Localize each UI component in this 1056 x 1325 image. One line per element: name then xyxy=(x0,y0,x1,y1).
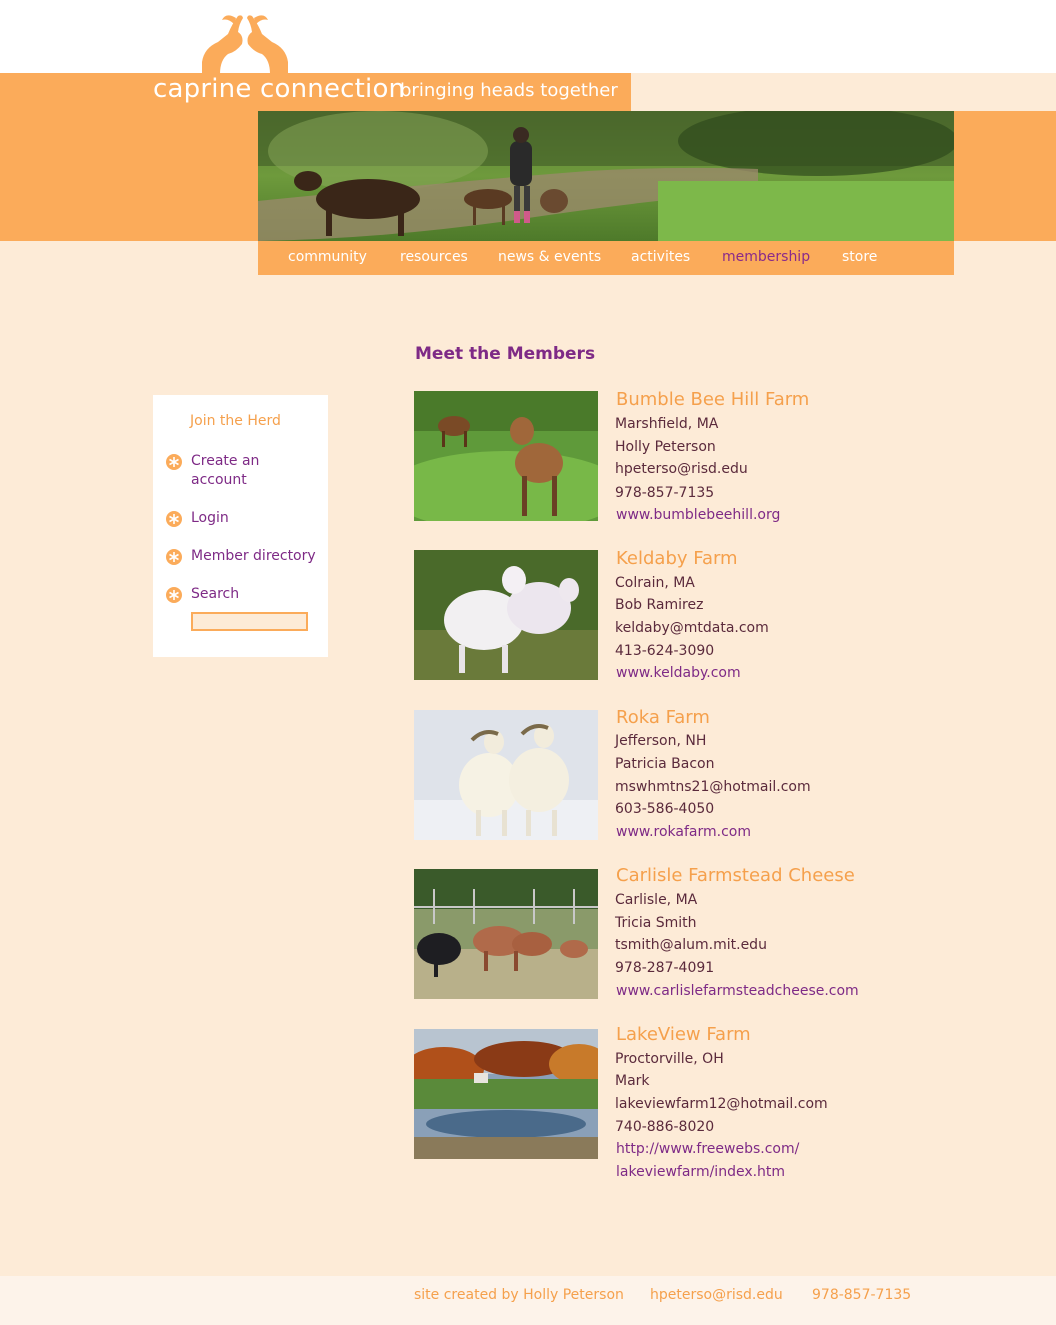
sidebar-title: Join the Herd xyxy=(190,413,281,429)
footer-credit: site created by Holly Peterson xyxy=(414,1287,624,1303)
footer-email[interactable]: hpeterso@risd.edu xyxy=(650,1287,783,1303)
create-account-link[interactable]: Create an account xyxy=(191,452,311,490)
nav-activities[interactable]: activites xyxy=(631,249,690,265)
asterisk-bullet-icon xyxy=(166,587,182,603)
farm-phone: 978-857-7135 xyxy=(615,485,715,501)
carlisle-goats-photo xyxy=(414,869,598,999)
nav-membership[interactable]: membership xyxy=(722,249,810,265)
asterisk-bullet-icon xyxy=(166,454,182,470)
farm-location: Carlisle, MA xyxy=(615,892,698,908)
farm-phone: 740-886-8020 xyxy=(615,1119,715,1135)
search-input[interactable] xyxy=(191,612,308,631)
farm-name[interactable]: LakeView Farm xyxy=(616,1024,751,1045)
search-link[interactable]: Search xyxy=(191,585,239,604)
farm-email[interactable]: mswhmtns21@hotmail.com xyxy=(615,779,811,795)
farm-name[interactable]: Carlisle Farmstead Cheese xyxy=(616,865,855,886)
farm-name[interactable]: Bumble Bee Hill Farm xyxy=(616,389,809,410)
nav-community[interactable]: community xyxy=(288,249,367,265)
farm-name[interactable]: Roka Farm xyxy=(616,707,710,728)
member-directory-link[interactable]: Member directory xyxy=(191,547,316,566)
roka-goats-photo xyxy=(414,710,598,840)
farm-name[interactable]: Keldaby Farm xyxy=(616,548,738,569)
site-tagline: bringing heads together xyxy=(400,80,618,101)
nav-news-events[interactable]: news & events xyxy=(498,249,601,265)
join-herd-sidebar: Join the Herd Create an account Login Me… xyxy=(153,395,328,657)
goats-logo-icon[interactable] xyxy=(198,12,292,74)
farm-phone: 413-624-3090 xyxy=(615,643,715,659)
farm-email[interactable]: tsmith@alum.mit.edu xyxy=(615,937,767,953)
page-title: Meet the Members xyxy=(415,344,596,364)
farm-website-link[interactable]: www.bumblebeehill.org xyxy=(616,507,780,523)
farm-website-link[interactable]: www.carlislefarmsteadcheese.com xyxy=(616,983,859,999)
farm-contact: Mark xyxy=(615,1073,650,1089)
farm-email[interactable]: hpeterso@risd.edu xyxy=(615,461,748,477)
farm-email[interactable]: keldaby@mtdata.com xyxy=(615,620,769,636)
footer-phone: 978-857-7135 xyxy=(812,1287,912,1303)
keldaby-goats-photo xyxy=(414,550,598,680)
hero-goats-photo xyxy=(258,111,954,241)
farm-website-link[interactable]: http://www.freewebs.com/ xyxy=(616,1141,799,1157)
farm-location: Proctorville, OH xyxy=(615,1051,724,1067)
farm-contact: Tricia Smith xyxy=(615,915,697,931)
site-name[interactable]: caprine connection xyxy=(153,74,405,104)
bumble-bee-hill-goats-photo xyxy=(414,391,598,521)
farm-contact: Holly Peterson xyxy=(615,439,716,455)
farm-website-link[interactable]: lakeviewfarm/index.htm xyxy=(616,1164,785,1180)
farm-website-link[interactable]: www.keldaby.com xyxy=(616,665,741,681)
farm-contact: Patricia Bacon xyxy=(615,756,715,772)
nav-resources[interactable]: resources xyxy=(400,249,468,265)
farm-phone: 603-586-4050 xyxy=(615,801,715,817)
farm-email[interactable]: lakeviewfarm12@hotmail.com xyxy=(615,1096,828,1112)
nav-store[interactable]: store xyxy=(842,249,877,265)
farm-location: Colrain, MA xyxy=(615,575,695,591)
farm-contact: Bob Ramirez xyxy=(615,597,704,613)
main-nav: community resources news & events activi… xyxy=(258,241,954,275)
footer: site created by Holly Peterson hpeterso@… xyxy=(0,1276,1056,1325)
asterisk-bullet-icon xyxy=(166,549,182,565)
farm-phone: 978-287-4091 xyxy=(615,960,715,976)
header-band-light xyxy=(631,73,1056,111)
login-link[interactable]: Login xyxy=(191,509,229,528)
farm-website-link[interactable]: www.rokafarm.com xyxy=(616,824,751,840)
farm-location: Marshfield, MA xyxy=(615,416,719,432)
lakeview-landscape-photo xyxy=(414,1029,598,1159)
asterisk-bullet-icon xyxy=(166,511,182,527)
farm-location: Jefferson, NH xyxy=(615,733,707,749)
header-top xyxy=(0,0,1056,73)
